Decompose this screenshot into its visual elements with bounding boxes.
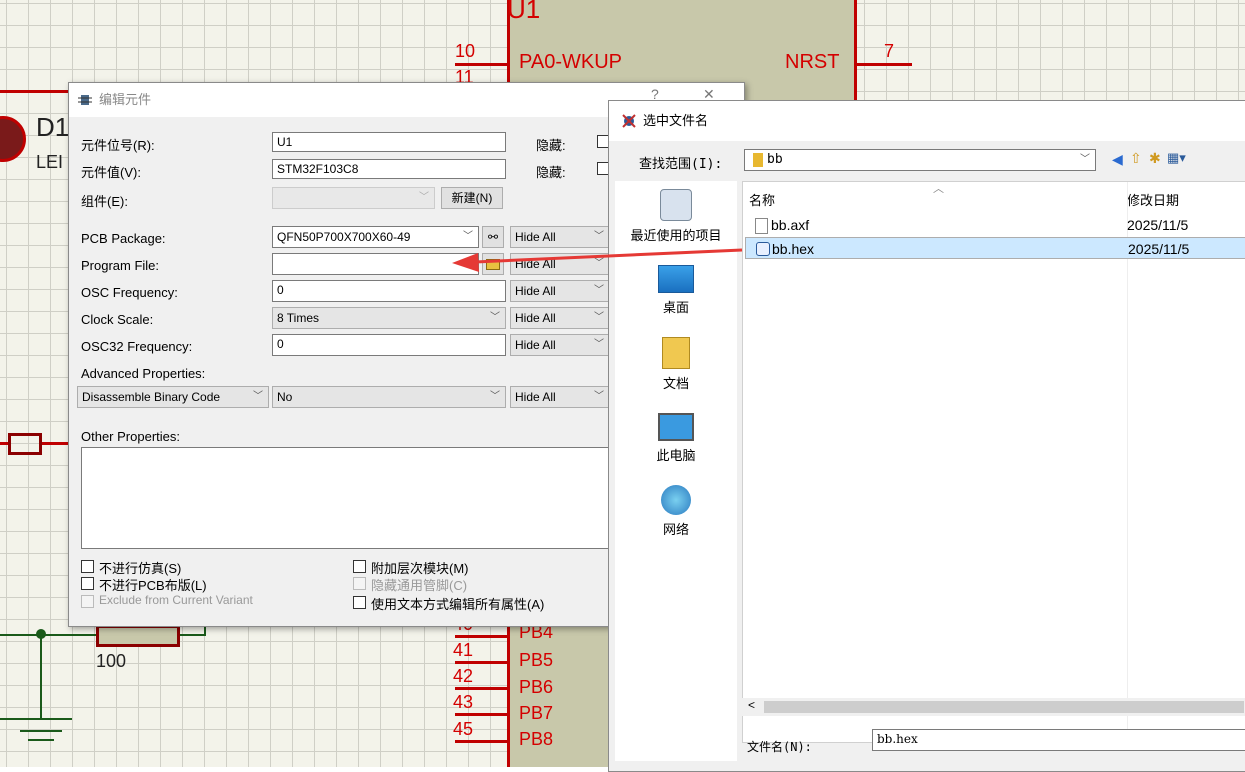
annotation-arrow xyxy=(452,248,743,272)
arrow-line xyxy=(474,248,743,264)
arrow-head xyxy=(452,253,479,272)
